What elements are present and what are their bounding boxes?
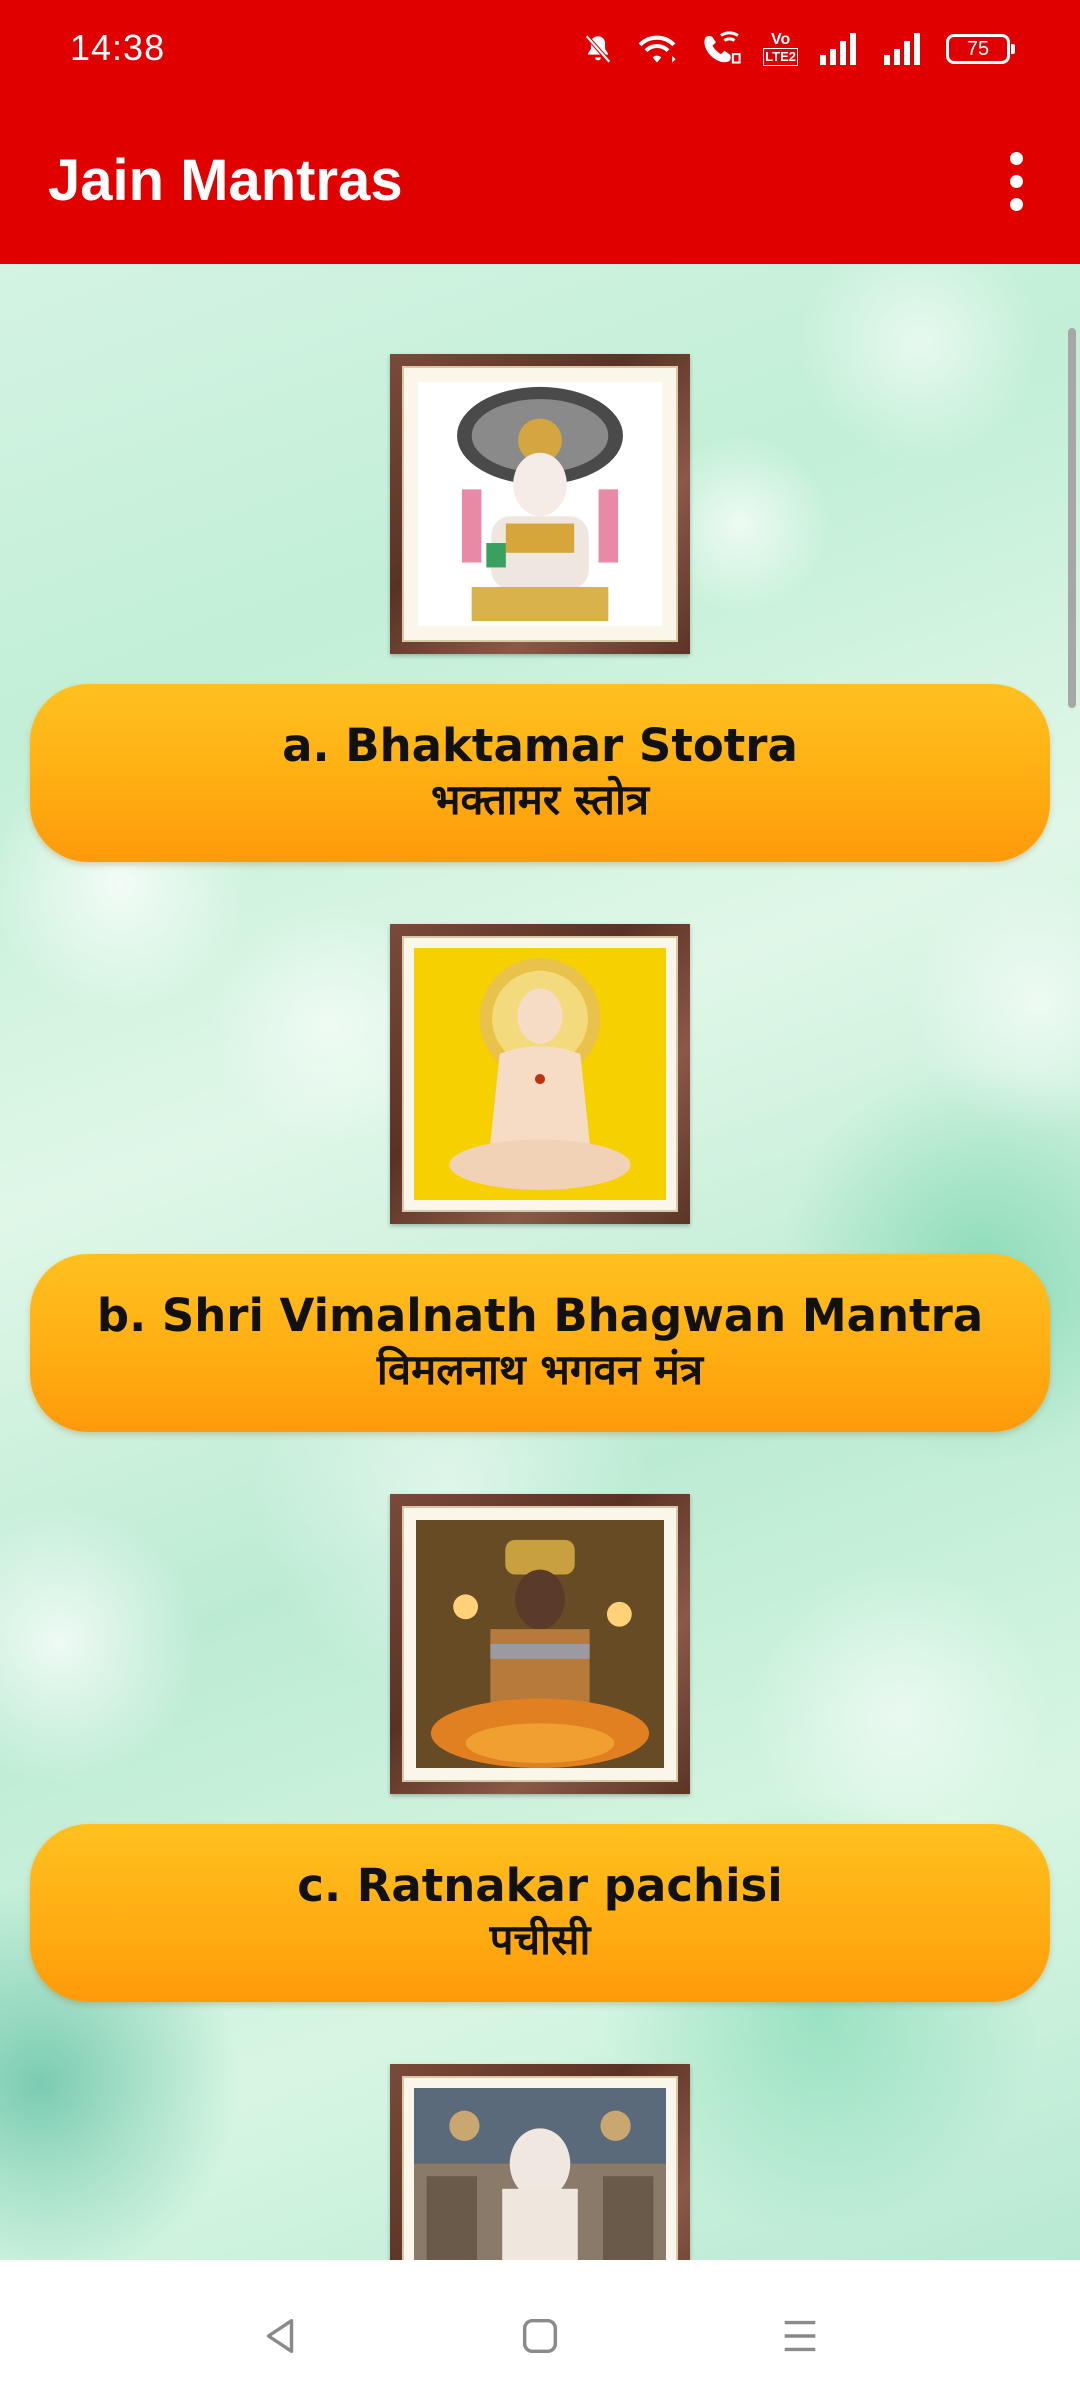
frame-mat (402, 366, 678, 642)
volte-top-text: Vo (770, 31, 791, 48)
menu-dot (1009, 151, 1023, 165)
mantra-list[interactable]: a. Bhaktamar Stotra भक्तामर स्तोत्र b. S… (0, 264, 1080, 2260)
wifi-icon (635, 31, 679, 67)
frame-mat (402, 2076, 678, 2260)
signal-icon (882, 33, 926, 65)
parshvanath-idol-image[interactable] (390, 354, 690, 654)
mantra-subtitle: विमलनाथ भगवन मंत्र (376, 1345, 704, 1394)
wifi-calling-icon (699, 31, 743, 67)
app-bar: Jain Mantras (0, 98, 1080, 264)
volte-icon: Vo LTE2 (763, 32, 798, 66)
idol-picture (414, 2088, 666, 2260)
idol-picture (418, 382, 662, 626)
status-icons: Vo LTE2 75 (581, 24, 1015, 74)
frame-mat (402, 936, 678, 1212)
volte-bottom-text: LTE2 (763, 48, 798, 66)
menu-dot (1009, 197, 1023, 211)
mantra-title: b. Shri Vimalnath Bhagwan Mantra (96, 1289, 984, 1342)
mantra-button-bhaktamar[interactable]: a. Bhaktamar Stotra भक्तामर स्तोत्र (30, 684, 1050, 862)
mantra-title: a. Bhaktamar Stotra (282, 719, 798, 772)
app-title: Jain Mantras (48, 148, 403, 213)
vimalnath-image[interactable] (390, 924, 690, 1224)
menu-dot (1009, 174, 1023, 188)
mantra-subtitle: पचीसी (489, 1915, 591, 1964)
frame-mat (402, 1506, 678, 1782)
idol-picture (416, 1520, 664, 1768)
idol-picture (414, 948, 666, 1200)
more-vert-icon[interactable] (980, 138, 1052, 224)
home-icon[interactable] (500, 2296, 580, 2376)
signal-icon (818, 33, 862, 65)
mute-icon (581, 32, 615, 66)
mantra-subtitle: भक्तामर स्तोत्र (430, 775, 650, 824)
navigation-bar (0, 2266, 1080, 2400)
battery-icon: 75 (946, 34, 1015, 64)
ratnakar-idol-image[interactable] (390, 1494, 690, 1794)
recents-icon[interactable] (760, 2296, 840, 2376)
battery-level: 75 (966, 38, 990, 60)
mantra-button-ratnakar[interactable]: c. Ratnakar pachisi पचीसी (30, 1824, 1050, 2002)
scrollbar[interactable] (1068, 328, 1076, 708)
temple-idol-image[interactable] (390, 2064, 690, 2260)
status-bar: 14:38 Vo LTE2 75 (0, 0, 1080, 98)
back-icon[interactable] (240, 2296, 320, 2376)
mantra-title: c. Ratnakar pachisi (297, 1859, 783, 1912)
status-time: 14:38 (70, 27, 166, 68)
mantra-button-vimalnath[interactable]: b. Shri Vimalnath Bhagwan Mantra विमलनाथ… (30, 1254, 1050, 1432)
